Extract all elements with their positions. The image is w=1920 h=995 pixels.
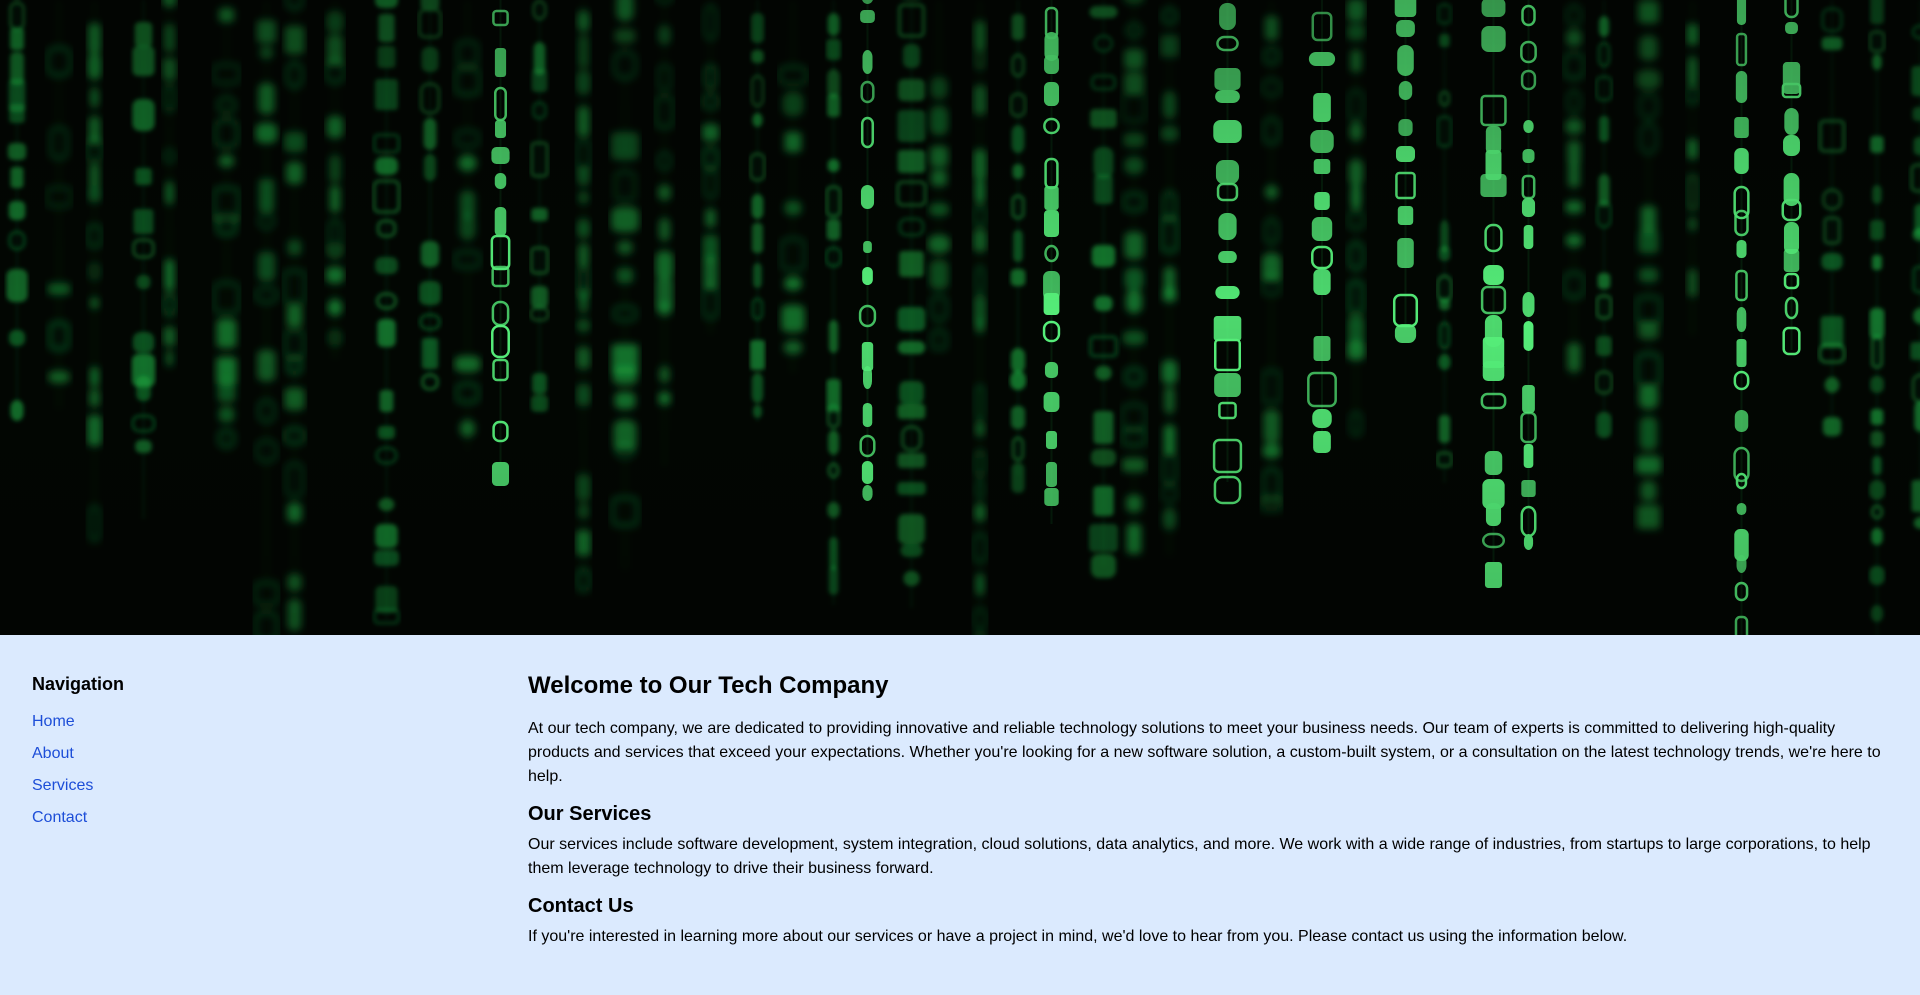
sidebar-nav: Home About Services Contact bbox=[32, 712, 496, 828]
services-paragraph: Our services include software developmen… bbox=[528, 836, 1871, 877]
matrix-code-rain-graphic bbox=[0, 0, 1920, 635]
nav-link-home[interactable]: Home bbox=[32, 712, 496, 732]
page-title: Welcome to Our Tech Company bbox=[528, 672, 889, 699]
page-content: Navigation Home About Services Contact W… bbox=[0, 635, 1920, 995]
nav-link-about[interactable]: About bbox=[32, 744, 496, 764]
intro-paragraph: At our tech company, we are dedicated to… bbox=[528, 720, 1881, 785]
services-heading: Our Services bbox=[528, 803, 652, 825]
contact-paragraph: If you're interested in learning more ab… bbox=[528, 928, 1628, 945]
main-content: Welcome to Our Tech Company At our tech … bbox=[496, 635, 1920, 995]
contact-heading: Contact Us bbox=[528, 895, 634, 917]
nav-link-services[interactable]: Services bbox=[32, 776, 496, 796]
hero-banner-image bbox=[0, 0, 1920, 635]
sidebar: Navigation Home About Services Contact bbox=[0, 635, 496, 995]
sidebar-heading: Navigation bbox=[32, 674, 125, 694]
nav-link-contact[interactable]: Contact bbox=[32, 808, 496, 828]
